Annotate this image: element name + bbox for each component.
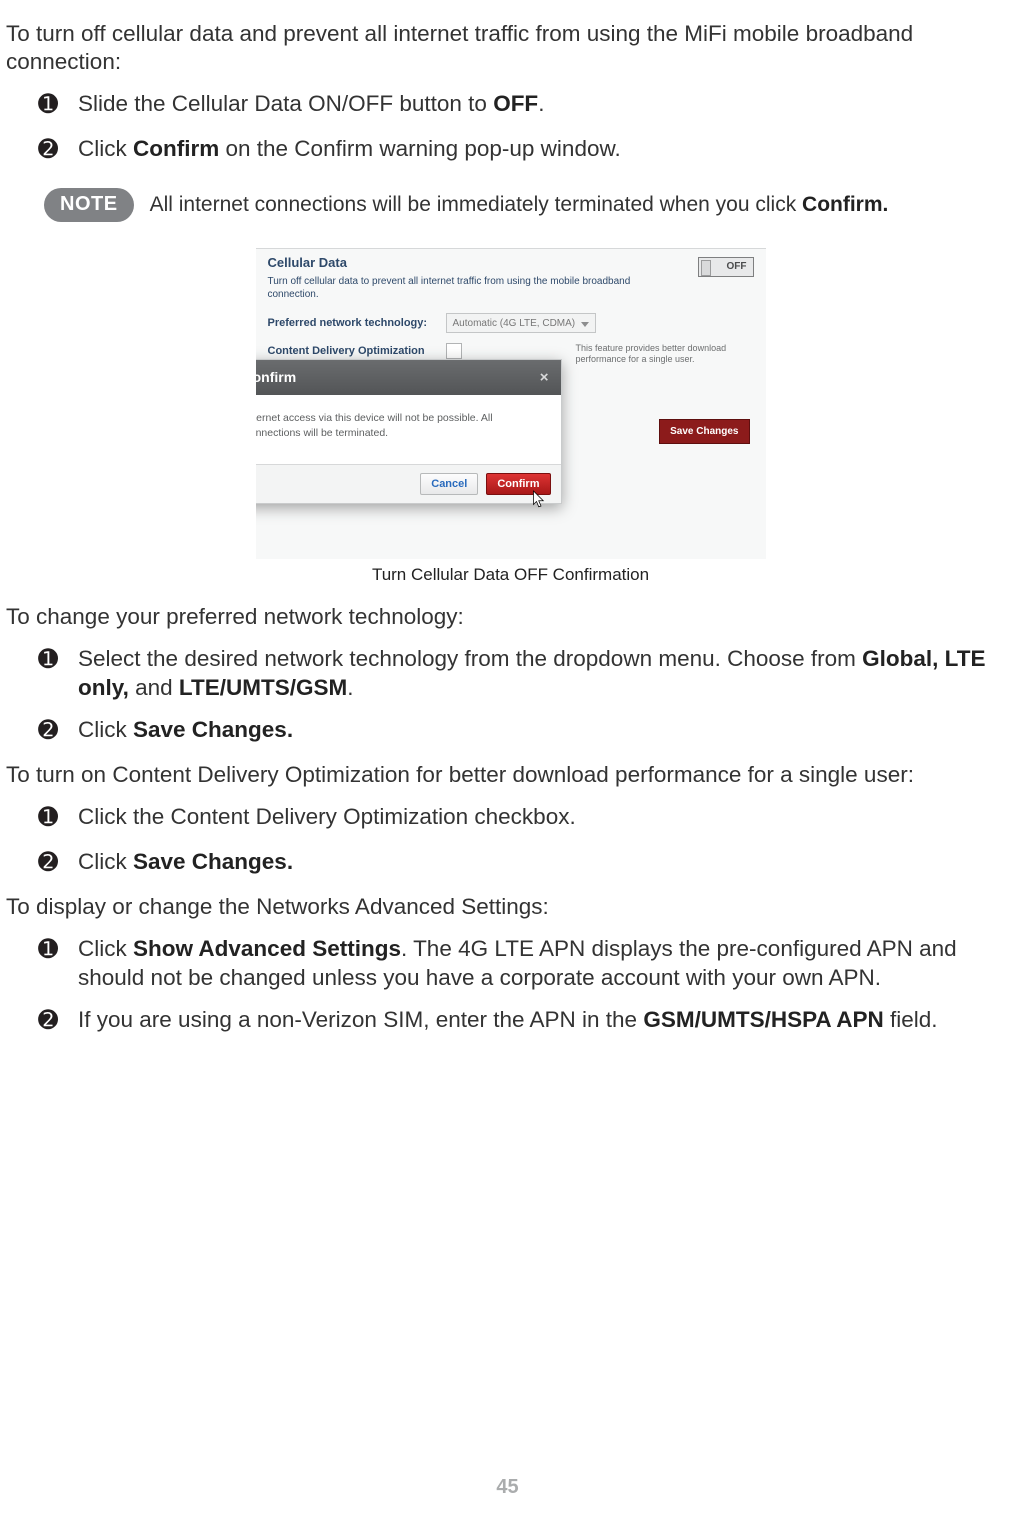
text: Click — [78, 136, 133, 161]
section4-intro: To display or change the Networks Advanc… — [6, 893, 1015, 921]
dialog-title: Confirm — [256, 369, 297, 385]
section2-step1-body: Select the desired network technology fr… — [78, 645, 1015, 703]
dialog-body: Internet access via this device will not… — [256, 395, 561, 465]
step-bullet-1-icon: ➊ — [38, 935, 78, 966]
bold: LTE/UMTS/GSM — [179, 675, 347, 700]
bold: GSM/UMTS/HSPA APN — [643, 1007, 883, 1032]
embedded-screenshot: Cellular Data Turn off cellular data to … — [256, 248, 766, 585]
bold: Confirm — [133, 136, 219, 161]
section2-step2-body: Click Save Changes. — [78, 716, 1015, 745]
dialog-footer: Cancel Confirm — [256, 464, 561, 503]
step-bullet-2-icon: ➋ — [38, 1006, 78, 1037]
cdo-feature-note: This feature provides better download pe… — [576, 343, 758, 366]
section2-intro: To change your preferred network technol… — [6, 603, 1015, 631]
text: and — [129, 675, 179, 700]
text: Click — [78, 936, 133, 961]
note-badge: NOTE — [44, 188, 134, 222]
panel-title: Cellular Data — [268, 255, 347, 270]
section4-step2-body: If you are using a non-Verizon SIM, ente… — [78, 1006, 1015, 1035]
text: field. — [884, 1007, 938, 1032]
text: All internet connections will be immedia… — [150, 193, 802, 216]
section3-intro: To turn on Content Delivery Optimization… — [6, 761, 1015, 789]
step-bullet-1-icon: ➊ — [38, 90, 78, 121]
cursor-pointer-icon — [529, 489, 547, 511]
bold: Show Advanced Settings — [133, 936, 401, 961]
text: Click — [78, 717, 133, 742]
section2-steps: ➊ Select the desired network technology … — [6, 645, 1015, 747]
step-bullet-2-icon: ➋ — [38, 135, 78, 166]
text: on the Confirm warning pop-up window. — [219, 136, 620, 161]
preferred-network-label: Preferred network technology: — [268, 317, 428, 329]
close-icon[interactable]: × — [540, 369, 549, 386]
cellular-data-panel: Cellular Data Turn off cellular data to … — [256, 248, 766, 559]
cdo-label: Content Delivery Optimization — [268, 345, 425, 357]
confirm-dialog: Confirm × Internet access via this devic… — [256, 359, 562, 505]
step-bullet-1-icon: ➊ — [38, 645, 78, 676]
section1-step1: ➊ Slide the Cellular Data ON/OFF button … — [38, 90, 1015, 121]
section3-step1: ➊ Click the Content Delivery Optimizatio… — [38, 803, 1015, 834]
section2-step1: ➊ Select the desired network technology … — [38, 645, 1015, 703]
text: Click — [78, 849, 133, 874]
toggle-label: OFF — [727, 261, 747, 272]
preferred-network-select[interactable]: Automatic (4G LTE, CDMA) — [446, 313, 596, 333]
section1-step1-body: Slide the Cellular Data ON/OFF button to… — [78, 90, 1015, 119]
note-text: All internet connections will be immedia… — [150, 193, 889, 217]
step-bullet-1-icon: ➊ — [38, 803, 78, 834]
save-changes-button[interactable]: Save Changes — [659, 419, 749, 444]
bold: Confirm. — [802, 193, 888, 216]
text: Slide the Cellular Data ON/OFF button to — [78, 91, 493, 116]
cdo-checkbox[interactable] — [446, 343, 462, 359]
section3-step2-body: Click Save Changes. — [78, 848, 1015, 877]
text: Select the desired network technology fr… — [78, 646, 862, 671]
section4-step2: ➋ If you are using a non-Verizon SIM, en… — [38, 1006, 1015, 1037]
text: . — [538, 91, 544, 116]
section4-steps: ➊ Click Show Advanced Settings. The 4G L… — [6, 935, 1015, 1037]
bold: Save Changes. — [133, 717, 293, 742]
cancel-button[interactable]: Cancel — [420, 473, 478, 495]
screenshot-caption: Turn Cellular Data OFF Confirmation — [256, 565, 766, 585]
bold: Save Changes. — [133, 849, 293, 874]
panel-description: Turn off cellular data to prevent all in… — [268, 275, 648, 302]
section1-step2-body: Click Confirm on the Confirm warning pop… — [78, 135, 1015, 164]
section2-step2: ➋ Click Save Changes. — [38, 716, 1015, 747]
dialog-header: Confirm × — [256, 360, 561, 395]
section4-step1: ➊ Click Show Advanced Settings. The 4G L… — [38, 935, 1015, 993]
section3-step2: ➋ Click Save Changes. — [38, 848, 1015, 879]
section1-step2: ➋ Click Confirm on the Confirm warning p… — [38, 135, 1015, 166]
text: If you are using a non-Verizon SIM, ente… — [78, 1007, 643, 1032]
select-value: Automatic (4G LTE, CDMA) — [453, 318, 576, 329]
section1-intro: To turn off cellular data and prevent al… — [6, 20, 1015, 76]
step-bullet-2-icon: ➋ — [38, 716, 78, 747]
section4-step1-body: Click Show Advanced Settings. The 4G LTE… — [78, 935, 1015, 993]
cellular-data-toggle[interactable]: OFF — [698, 257, 754, 277]
note-row: NOTE All internet connections will be im… — [44, 188, 1015, 222]
section3-step1-body: Click the Content Delivery Optimization … — [78, 803, 1015, 832]
section1-steps: ➊ Slide the Cellular Data ON/OFF button … — [6, 90, 1015, 165]
section3-steps: ➊ Click the Content Delivery Optimizatio… — [6, 803, 1015, 878]
text: . — [347, 675, 353, 700]
page-number: 45 — [0, 1476, 1015, 1499]
bold: OFF — [493, 91, 538, 116]
toggle-knob — [701, 260, 711, 276]
step-bullet-2-icon: ➋ — [38, 848, 78, 879]
